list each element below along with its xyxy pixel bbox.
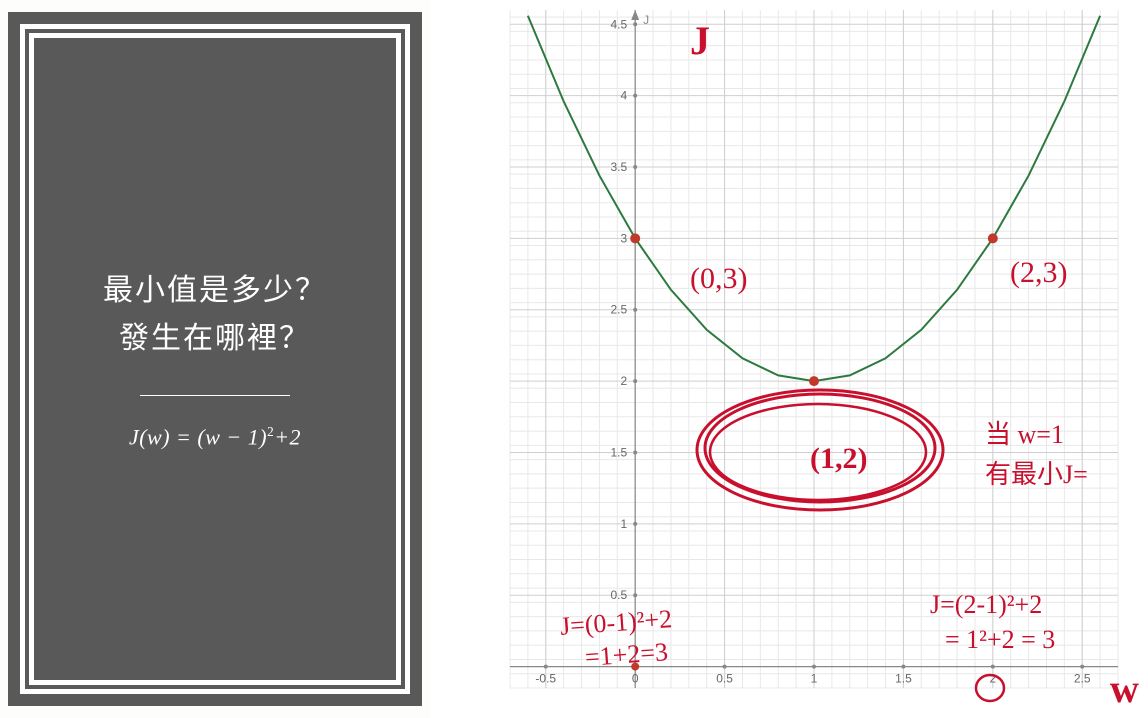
svg-text:0.5: 0.5 — [716, 672, 733, 686]
svg-text:2: 2 — [620, 374, 627, 388]
svg-text:-0.5: -0.5 — [535, 672, 556, 686]
annot-circle-w2 — [970, 672, 1010, 712]
svg-text:1: 1 — [620, 517, 627, 531]
svg-text:J: J — [643, 13, 649, 27]
annot-circle-vertex — [680, 370, 960, 530]
question-card: 最小值是多少？ 發生在哪裡？ J(w) = (w − 1)2+2 — [20, 24, 410, 694]
cost-function-formula: J(w) = (w − 1)2+2 — [129, 424, 301, 450]
svg-text:3.5: 3.5 — [610, 160, 627, 174]
svg-text:2.5: 2.5 — [610, 303, 627, 317]
annot-when-w: 当 w=1 — [985, 420, 1064, 450]
svg-text:4.5: 4.5 — [610, 17, 627, 31]
annot-point-0-3: (0,3) — [690, 262, 747, 297]
question-panel: 最小值是多少？ 發生在哪裡？ J(w) = (w − 1)2+2 — [0, 0, 430, 718]
annot-calc-right-l1: J=(2-1)²+2 — [930, 590, 1042, 620]
svg-text:4: 4 — [620, 89, 627, 103]
annot-w-axis-label: w — [1110, 666, 1139, 712]
annot-min-J: 有最小J= — [985, 460, 1088, 490]
annot-calc-right-l2: = 1²+2 = 3 — [945, 625, 1055, 655]
svg-text:1.5: 1.5 — [610, 445, 627, 459]
svg-text:3: 3 — [620, 231, 627, 245]
svg-text:2.5: 2.5 — [1074, 672, 1091, 686]
question-line-2: 發生在哪裡？ — [119, 315, 311, 363]
svg-text:1: 1 — [811, 672, 818, 686]
annot-J-axis-label: J — [690, 18, 710, 64]
question-line-1: 最小值是多少？ — [103, 267, 327, 315]
annot-point-2-3: (2,3) — [1010, 256, 1067, 291]
annot-calc-left-l2: =1+2=3 — [584, 637, 669, 673]
svg-text:0.5: 0.5 — [610, 588, 627, 602]
chart-panel: -0.500.511.522.50.511.522.533.544.5J J (… — [430, 0, 1148, 718]
card-divider — [140, 395, 290, 396]
svg-text:1.5: 1.5 — [895, 672, 912, 686]
svg-text:0: 0 — [632, 672, 639, 686]
